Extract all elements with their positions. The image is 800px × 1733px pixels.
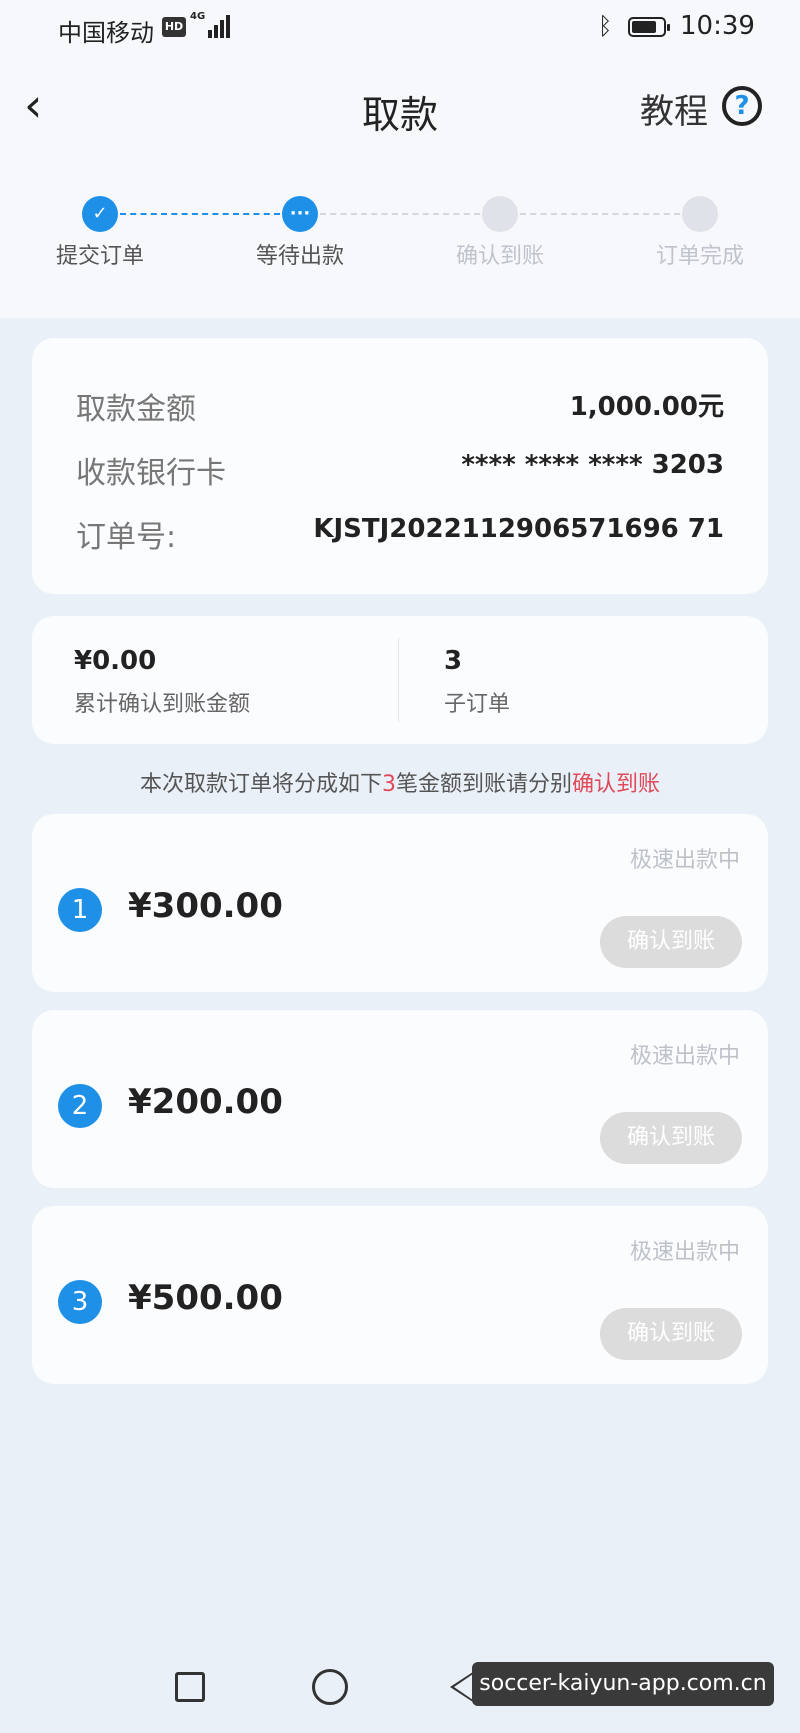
sub-order-index: 1 (58, 888, 102, 932)
amount-label: 取款金额 (76, 392, 196, 427)
home-button[interactable] (312, 1669, 348, 1705)
question-circle-icon[interactable]: ? (722, 86, 762, 126)
recent-apps-button[interactable] (175, 1672, 205, 1702)
battery-level (632, 21, 656, 33)
sub-order-card: 极速出款中 3 ¥500.00 确认到账 (32, 1206, 768, 1384)
step-dot (482, 196, 518, 232)
notice-confirm-link[interactable]: 确认到账 (572, 772, 660, 797)
order-number-label: 订单号: (76, 520, 177, 555)
amount-value: 1,000.00元 (569, 392, 724, 422)
sub-order-status: 极速出款中 (629, 1240, 740, 1265)
notice-prefix: 本次取款订单将分成如下 (139, 772, 382, 797)
sub-order-amount: ¥300.00 (128, 886, 283, 926)
watermark: soccer-kaiyun-app.com.cn (472, 1662, 774, 1706)
step-label: 确认到账 (455, 244, 544, 269)
notice-count: 3 (381, 772, 396, 797)
step-label: 订单完成 (655, 244, 744, 269)
sub-order-status: 极速出款中 (629, 848, 740, 873)
sub-order-amount: ¥200.00 (128, 1082, 283, 1122)
order-number-value: KJSTJ2022112906571696 71 (313, 514, 724, 544)
notice-middle: 笔金额到账请分别 (395, 772, 572, 797)
confirm-receipt-button[interactable]: 确认到账 (600, 1112, 742, 1164)
split-notice: 本次取款订单将分成如下3笔金额到账请分别确认到账 (0, 766, 800, 798)
card-label: 收款银行卡 (76, 456, 226, 491)
bluetooth-icon: ᛒ (598, 12, 613, 40)
sub-order-index: 3 (58, 1280, 102, 1324)
stats-card: ¥0.00 累计确认到账金额 3 子订单 (32, 616, 768, 744)
card-value: **** **** **** 3203 (461, 450, 724, 480)
status-time: 10:39 (680, 11, 755, 41)
step-dot (682, 196, 718, 232)
sub-order-amount: ¥500.00 (128, 1278, 283, 1318)
confirmed-amount-label: 累计确认到账金额 (74, 692, 251, 717)
confirmed-amount: ¥0.00 (74, 646, 157, 676)
network-type: 4G (190, 11, 206, 22)
confirm-receipt-button[interactable]: 确认到账 (600, 916, 742, 968)
hd-badge: HD (162, 17, 186, 37)
battery-icon (628, 17, 670, 37)
status-bar: 中国移动 HD 4G ᛒ 10:39 (0, 0, 800, 56)
tutorial-link[interactable]: 教程 (640, 84, 708, 133)
confirm-receipt-button[interactable]: 确认到账 (600, 1308, 742, 1360)
step-connector (320, 213, 480, 215)
order-details-card: 取款金额 1,000.00元 收款银行卡 **** **** **** 3203… (32, 338, 768, 594)
divider (398, 638, 399, 722)
signal-icon (208, 14, 234, 38)
sub-order-card: 极速出款中 2 ¥200.00 确认到账 (32, 1010, 768, 1188)
sub-order-card: 极速出款中 1 ¥300.00 确认到账 (32, 814, 768, 992)
sub-order-count: 3 (444, 646, 463, 676)
step-label: 等待出款 (255, 244, 344, 269)
sub-order-index: 2 (58, 1084, 102, 1128)
check-icon: ✓ (82, 196, 118, 232)
step-connector (520, 213, 680, 215)
carrier-name: 中国移动 (58, 19, 154, 47)
ellipsis-icon: ··· (282, 196, 318, 232)
sub-order-label: 子订单 (444, 692, 511, 717)
step-connector (120, 213, 280, 215)
sub-order-status: 极速出款中 (629, 1044, 740, 1069)
step-label: 提交订单 (55, 244, 144, 269)
